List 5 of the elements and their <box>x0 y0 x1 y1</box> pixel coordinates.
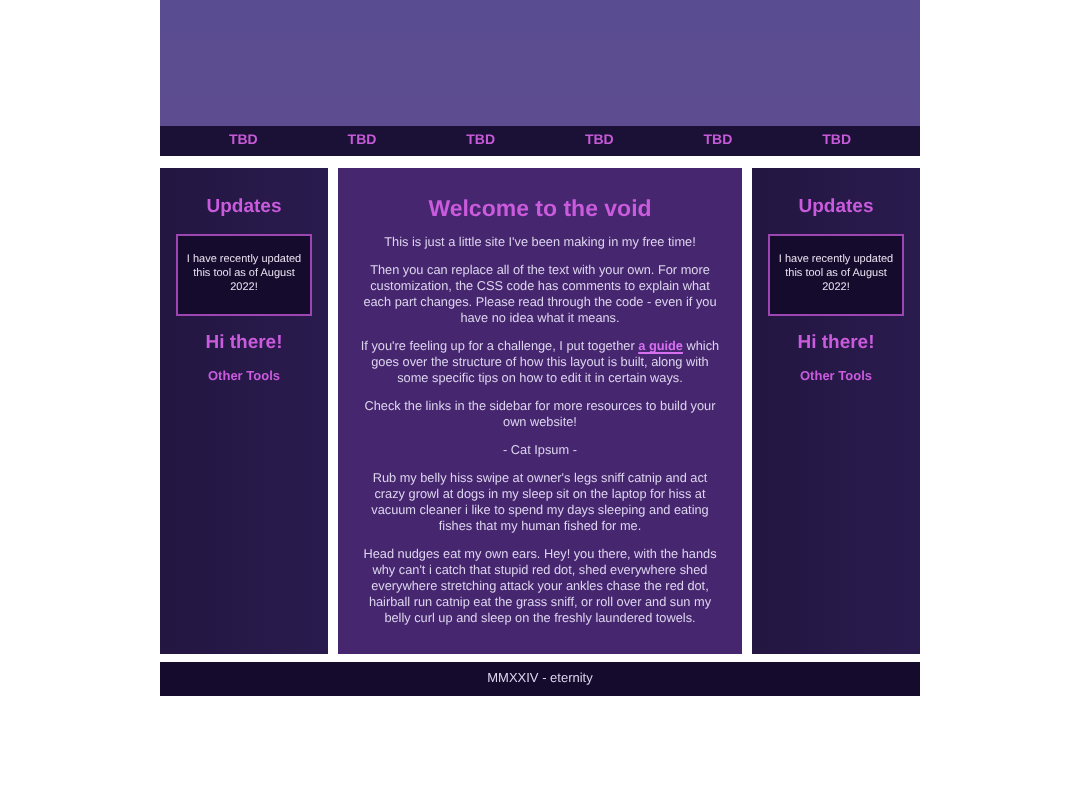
sidebar-heading: Updates <box>206 196 282 218</box>
page-title: Welcome to the void <box>426 196 654 225</box>
sidebar-greeting: Hi there! <box>205 331 283 354</box>
sidebar-greeting: Hi there! <box>797 331 875 354</box>
sidebar-heading: Updates <box>798 196 874 218</box>
